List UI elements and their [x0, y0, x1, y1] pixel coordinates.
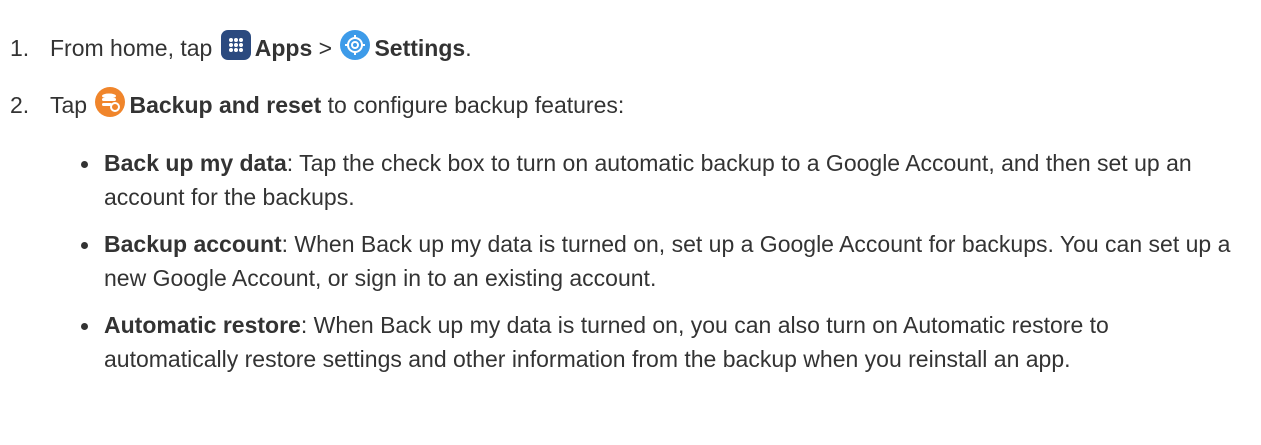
step-1: 1. From home, tap Apps > Settings. [10, 30, 472, 65]
step-number: 2. [10, 92, 30, 118]
step-text-end: . [465, 35, 472, 61]
backup-reset-icon [95, 87, 126, 117]
feature-term: Automatic restore [104, 312, 301, 338]
feature-term: Back up my data [104, 150, 287, 176]
list-item: Backup account: When Back up my data is … [81, 227, 1245, 295]
bullet-dot [81, 242, 88, 249]
bullet-dot [81, 323, 88, 330]
step-number: 1. [10, 35, 30, 61]
backup-label: Backup and reset [129, 92, 322, 118]
path-separator: > [312, 35, 339, 61]
list-item: Automatic restore: When Back up my data … [81, 308, 1245, 376]
step-2: 2. Tap Backup and reset to configure back… [10, 87, 624, 122]
backup-features-list: Back up my data: Tap the check box to tu… [81, 146, 1245, 389]
settings-label: Settings [374, 35, 466, 61]
step-text-end: to configure backup features: [321, 92, 625, 118]
bullet-dot [81, 161, 88, 168]
step-text: Tap [50, 92, 88, 118]
list-item: Back up my data: Tap the check box to tu… [81, 146, 1245, 214]
apps-grid-icon [220, 30, 251, 60]
apps-label: Apps [254, 35, 313, 61]
settings-gear-icon [340, 30, 371, 60]
step-text: From home, tap [50, 35, 213, 61]
feature-term: Backup account [104, 231, 282, 257]
